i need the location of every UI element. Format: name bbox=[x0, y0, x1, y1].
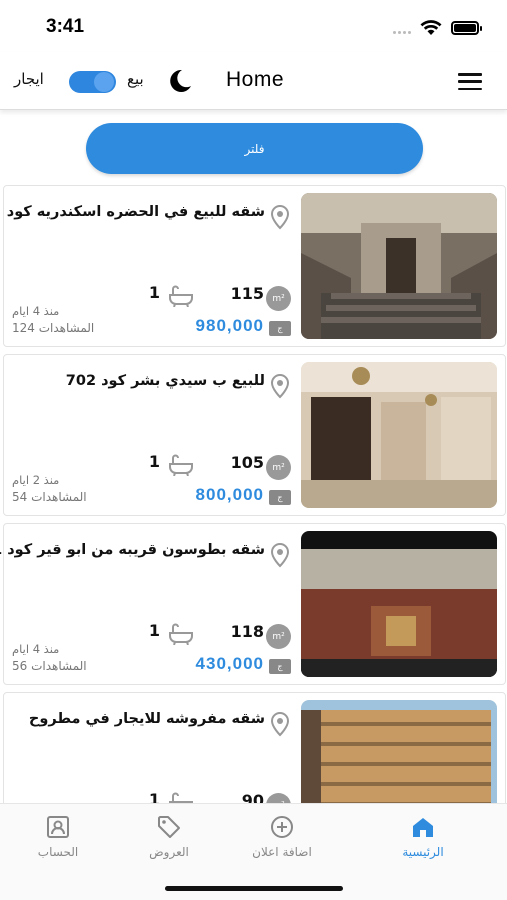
tab-home[interactable]: الرئيسية bbox=[368, 814, 478, 859]
signal-icon bbox=[393, 31, 413, 35]
listing-age: منذ 2 ايام bbox=[12, 473, 60, 487]
bathtub-icon bbox=[169, 454, 193, 476]
tab-label: اضافة اعلان bbox=[252, 845, 312, 859]
dark-mode-moon-icon[interactable] bbox=[166, 67, 194, 95]
listing-title: شقه مفروشه للايجار في مطروح bbox=[28, 711, 265, 727]
tab-label: الحساب bbox=[37, 845, 79, 859]
listing-price: 980,000 bbox=[195, 316, 264, 335]
currency-icon: ج bbox=[269, 490, 291, 505]
location-pin-icon bbox=[270, 711, 290, 737]
currency-icon: ج bbox=[269, 321, 291, 336]
listing-area: 105 bbox=[230, 453, 264, 472]
tab-offers[interactable]: العروض bbox=[114, 814, 224, 859]
listing-photo bbox=[301, 193, 497, 339]
listing-age: منذ 4 ايام bbox=[12, 304, 60, 318]
currency-icon: ج bbox=[269, 659, 291, 674]
listing-photo bbox=[301, 531, 497, 677]
hamburger-menu-icon[interactable] bbox=[458, 73, 482, 90]
location-pin-icon bbox=[270, 373, 290, 399]
listing-card[interactable]: شقه بطوسون قريبه من ابو قير كود 1 m² 118… bbox=[0, 523, 506, 685]
rent-label: ايجار bbox=[14, 70, 44, 88]
listing-card[interactable]: للبيع ب سيدي بشر كود 702 m² 105 1 منذ 2 … bbox=[3, 354, 506, 516]
listing-views: المشاهدات 124 bbox=[12, 321, 95, 335]
tab-label: الرئيسية bbox=[402, 845, 444, 859]
area-icon: m² bbox=[266, 455, 291, 480]
tab-add-listing[interactable]: اضافة اعلان bbox=[227, 814, 337, 859]
location-pin-icon bbox=[270, 204, 290, 230]
filter-button[interactable]: فلتر bbox=[86, 123, 423, 174]
battery-icon bbox=[451, 21, 482, 35]
bathtub-icon bbox=[169, 285, 193, 307]
add-circle-icon bbox=[271, 816, 293, 838]
listing-baths: 1 bbox=[148, 452, 160, 471]
listing-price: 430,000 bbox=[195, 654, 264, 673]
tab-label: العروض bbox=[149, 845, 189, 859]
listing-title: شقه بطوسون قريبه من ابو قير كود 1 bbox=[0, 542, 265, 558]
location-pin-icon bbox=[270, 542, 290, 568]
account-icon bbox=[47, 816, 69, 838]
tab-account[interactable]: الحساب bbox=[3, 814, 113, 859]
tag-icon bbox=[158, 816, 180, 838]
listing-photo bbox=[301, 362, 497, 508]
area-icon: m² bbox=[266, 286, 291, 311]
bathtub-icon bbox=[169, 623, 193, 645]
listing-views: المشاهدات 54 bbox=[12, 490, 87, 504]
page-title: Home bbox=[226, 68, 285, 91]
listing-card[interactable]: شقه للبيع في الحضره اسكندريه كود m² 115 … bbox=[3, 185, 506, 347]
area-icon: m² bbox=[266, 624, 291, 649]
sale-rent-toggle[interactable] bbox=[69, 71, 116, 93]
sale-label: بيع bbox=[127, 70, 144, 88]
listing-age: منذ 4 ايام bbox=[12, 642, 60, 656]
listing-area: 115 bbox=[230, 284, 264, 303]
listing-price: 800,000 bbox=[195, 485, 264, 504]
listing-views: المشاهدات 56 bbox=[12, 659, 87, 673]
listing-area: 118 bbox=[230, 622, 264, 641]
home-icon bbox=[413, 818, 433, 837]
status-bar: 3:41 bbox=[0, 0, 507, 52]
listing-title: للبيع ب سيدي بشر كود 702 bbox=[65, 373, 265, 389]
listing-baths: 1 bbox=[148, 621, 160, 640]
status-time: 3:41 bbox=[46, 16, 85, 37]
listing-title: شقه للبيع في الحضره اسكندريه كود bbox=[6, 204, 265, 220]
wifi-icon bbox=[420, 20, 442, 35]
listing-baths: 1 bbox=[148, 283, 160, 302]
home-indicator bbox=[165, 886, 343, 891]
app-header: ايجار بيع Home bbox=[0, 52, 507, 110]
